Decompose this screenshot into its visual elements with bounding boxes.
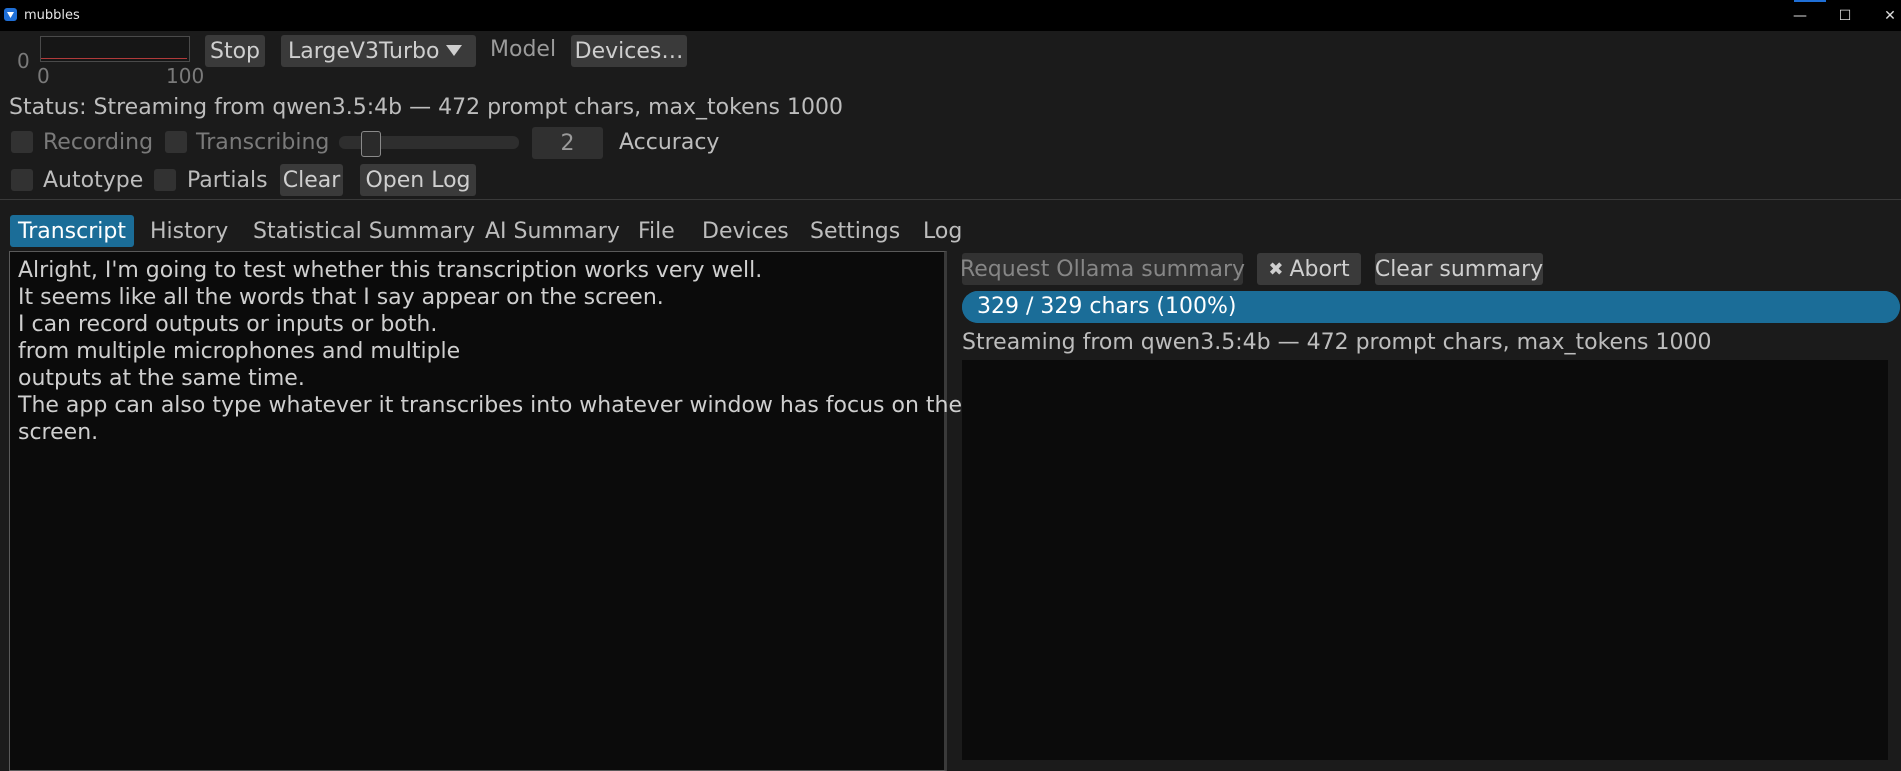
autotype-label: Autotype bbox=[43, 168, 144, 193]
transcript-line: outputs at the same time. bbox=[18, 366, 305, 391]
app-logo-icon bbox=[4, 8, 17, 21]
recording-checkbox[interactable] bbox=[11, 131, 33, 153]
audio-level-line bbox=[41, 58, 187, 59]
autotype-checkbox[interactable] bbox=[11, 169, 33, 191]
close-icon: ✕ bbox=[1884, 7, 1896, 24]
abort-icon: ✖ bbox=[1268, 258, 1284, 280]
accuracy-value-field[interactable]: 2 bbox=[532, 127, 603, 159]
model-label: Model bbox=[490, 37, 557, 62]
open-log-button[interactable]: Open Log bbox=[360, 164, 476, 196]
tab-devices[interactable]: Devices bbox=[702, 215, 789, 247]
recording-label: Recording bbox=[43, 130, 154, 155]
summary-output-area[interactable] bbox=[962, 360, 1888, 760]
chevron-down-icon bbox=[445, 40, 463, 65]
transcript-text-area[interactable]: Alright, I'm going to test whether this … bbox=[9, 251, 962, 771]
devices-button[interactable]: Devices… bbox=[571, 35, 687, 67]
tab-file[interactable]: File bbox=[638, 215, 675, 247]
tab-transcript[interactable]: Transcript bbox=[10, 215, 134, 247]
tab-statistical-summary[interactable]: Statistical Summary bbox=[253, 215, 475, 247]
request-ollama-summary-button[interactable]: Request Ollama summary bbox=[960, 253, 1245, 285]
partials-label: Partials bbox=[187, 168, 268, 193]
abort-button[interactable]: ✖ Abort bbox=[1257, 253, 1361, 285]
tab-settings[interactable]: Settings bbox=[810, 215, 900, 247]
close-button[interactable]: ✕ bbox=[1867, 0, 1901, 31]
clear-summary-button[interactable]: Clear summary bbox=[1375, 253, 1543, 285]
summary-progress-text: 329 / 329 chars (100%) bbox=[977, 294, 1237, 319]
summary-streaming-status: Streaming from qwen3.5:4b — 472 prompt c… bbox=[962, 330, 1712, 355]
summary-progress-bar: 329 / 329 chars (100%) bbox=[962, 291, 1900, 323]
stop-button[interactable]: Stop bbox=[205, 35, 265, 67]
transcript-line: It seems like all the words that I say a… bbox=[18, 285, 664, 310]
transcript-line: The app can also type whatever it transc… bbox=[18, 393, 962, 418]
minimize-button[interactable]: — bbox=[1777, 0, 1823, 31]
maximize-button[interactable]: ☐ bbox=[1822, 0, 1868, 31]
clear-button[interactable]: Clear bbox=[280, 164, 343, 196]
minimize-icon: — bbox=[1793, 7, 1807, 24]
section-divider bbox=[0, 199, 1901, 200]
abort-label: Abort bbox=[1289, 256, 1350, 282]
accuracy-slider-handle[interactable] bbox=[361, 131, 381, 157]
maximize-icon: ☐ bbox=[1838, 7, 1852, 24]
transcript-line: Alright, I'm going to test whether this … bbox=[18, 258, 763, 283]
transcribing-checkbox[interactable] bbox=[165, 131, 187, 153]
transcript-line: from multiple microphones and multiple bbox=[18, 339, 461, 364]
meter-value-label: 0 bbox=[17, 49, 30, 73]
transcript-line: I can record outputs or inputs or both. bbox=[18, 312, 438, 337]
tab-ai-summary[interactable]: AI Summary bbox=[485, 215, 620, 247]
title-bar: mubbles — ☐ ✕ bbox=[0, 0, 1901, 31]
window-title: mubbles bbox=[24, 8, 80, 23]
accuracy-label: Accuracy bbox=[619, 130, 720, 155]
status-text: Status: Streaming from qwen3.5:4b — 472 … bbox=[9, 95, 843, 120]
tab-log[interactable]: Log bbox=[923, 215, 962, 247]
partials-checkbox[interactable] bbox=[154, 169, 176, 191]
transcribing-label: Transcribing bbox=[196, 130, 330, 155]
model-select-value: LargeV3Turbo bbox=[288, 38, 440, 64]
model-select[interactable]: LargeV3Turbo bbox=[281, 35, 476, 67]
meter-axis-max: 100 bbox=[166, 64, 205, 88]
meter-axis-min: 0 bbox=[37, 64, 50, 88]
transcript-line: screen. bbox=[18, 420, 99, 445]
tab-history[interactable]: History bbox=[150, 215, 228, 247]
